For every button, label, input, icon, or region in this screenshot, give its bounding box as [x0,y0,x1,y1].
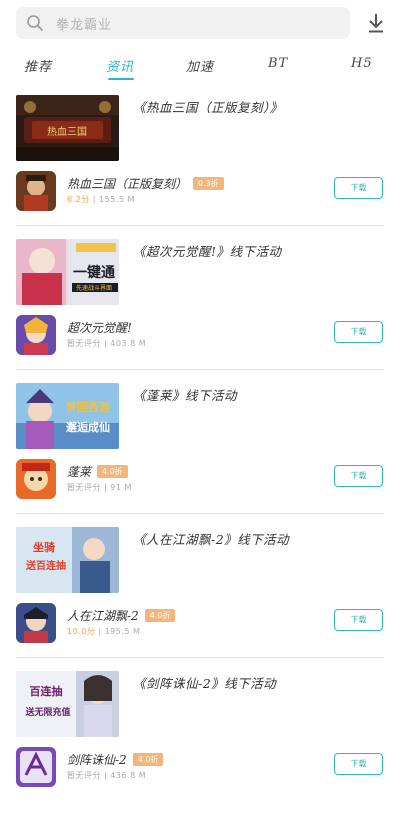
tab-news[interactable]: 资讯 [106,56,134,75]
app-name: 人在江湖飘-2 4.0折 [67,607,176,624]
tab-recommend[interactable]: 推荐 [24,56,52,75]
card-divider [16,513,384,514]
download-button[interactable]: 下载 [334,321,383,343]
game-icon-rexuesanguo[interactable] [16,171,56,211]
app-meta: 6.2分 | 155.5 M [67,195,135,204]
game-icon-renzaijianghu[interactable] [16,603,56,643]
top-bar: 拳龙霸业 [0,0,400,46]
article-title[interactable]: 《超次元觉醒!》线下活动 [133,241,383,260]
app-score: 暂无评分 [67,483,101,492]
article-card[interactable]: 百连抽 送无限充值 《剑阵诛仙-2》线下活动 剑阵诛仙-2 4.0折 暂无评分 |… [0,671,400,815]
banner-subline: 先速战斗界面 [76,284,112,292]
category-tabs: 推荐 资讯 加速 BT H5 [0,50,400,84]
game-icon-penglai[interactable] [16,459,56,499]
app-name: 超次元觉醒! [67,321,132,335]
app-score: 暂无评分 [67,771,101,780]
article-title[interactable]: 《剑阵诛仙-2》线下活动 [133,673,383,692]
card-divider [16,369,384,370]
banner-subline: 邂逅成仙 [66,420,110,434]
tab-bt[interactable]: BT [268,56,288,71]
app-meta: 暂无评分 | 403.8 M [67,339,147,348]
article-banner[interactable]: 一键通 先速战斗界面 [16,239,119,305]
app-meta: 暂无评分 | 436.8 M [67,771,147,780]
article-banner[interactable]: 坐骑 送百连抽 [16,527,119,593]
app-score: 10.0分 [67,627,96,636]
search-placeholder: 拳龙霸业 [56,18,113,33]
app-score: 暂无评分 [67,339,101,348]
tab-h5[interactable]: H5 [351,56,373,71]
article-title[interactable]: 《热血三国（正版复刻）》 [133,97,383,116]
search-icon [27,15,43,31]
download-button[interactable]: 下载 [334,609,383,631]
card-divider [16,657,384,658]
article-title[interactable]: 《人在江湖飘-2》线下活动 [133,529,383,548]
download-button[interactable]: 下载 [334,177,383,199]
discount-badge: 4.0折 [144,609,176,622]
active-tab-indicator [108,78,134,80]
banner-headline: 梦回西游 [66,400,110,414]
app-size: 91 M [110,483,132,492]
app-meta: 暂无评分 | 91 M [67,483,132,492]
app-size: 195.5 M [104,627,141,636]
article-banner[interactable]: 百连抽 送无限充值 [16,671,119,737]
banner-headline: 坐骑 [33,540,55,554]
download-button[interactable]: 下载 [334,465,383,487]
banner-subline: 送百连抽 [25,559,66,572]
download-icon[interactable] [366,12,386,34]
app-meta: 10.0分 | 195.5 M [67,627,141,636]
download-button[interactable]: 下载 [334,753,383,775]
article-title[interactable]: 《蓬莱》线下活动 [133,385,383,404]
app-name: 剑阵诛仙-2 4.0折 [67,751,164,768]
card-divider [16,225,384,226]
game-icon-jianzhenzhuxian[interactable] [16,747,56,787]
article-banner[interactable]: 热血三国 [16,95,119,161]
search-bar[interactable]: 拳龙霸业 [16,7,350,39]
game-icon-chaociyuan[interactable] [16,315,56,355]
article-card[interactable]: 一键通 先速战斗界面 《超次元觉醒!》线下活动 超次元觉醒! 暂无评分 | 40… [0,239,400,383]
banner-headline: 百连抽 [30,684,63,698]
app-name: 热血三国（正版复刻） 0.3折 [67,175,224,192]
banner-subline: 送无限充值 [24,706,70,718]
article-banner[interactable]: 梦回西游 邂逅成仙 [16,383,119,449]
banner-logo-text: 热血三国 [47,125,87,138]
discount-badge: 4.0折 [97,465,128,478]
article-card[interactable]: 热血三国 《热血三国（正版复刻）》 热血三国（正版复刻） 0.3折 6.2分 | … [0,95,400,239]
app-name: 蓬莱 4.0折 [67,463,128,480]
app-size: 403.8 M [110,339,147,348]
app-size: 155.5 M [99,195,135,204]
discount-badge: 0.3折 [193,177,224,190]
discount-badge: 4.0折 [132,753,164,766]
banner-headline: 一键通 [73,264,115,281]
app-score: 6.2分 [67,195,90,204]
article-card[interactable]: 梦回西游 邂逅成仙 《蓬莱》线下活动 蓬莱 4.0折 暂无评分 | 91 M 下载 [0,383,400,527]
article-card[interactable]: 坐骑 送百连抽 《人在江湖飘-2》线下活动 人在江湖飘-2 4.0折 10.0分 … [0,527,400,671]
tab-accelerate[interactable]: 加速 [186,56,214,75]
app-size: 436.8 M [110,771,147,780]
